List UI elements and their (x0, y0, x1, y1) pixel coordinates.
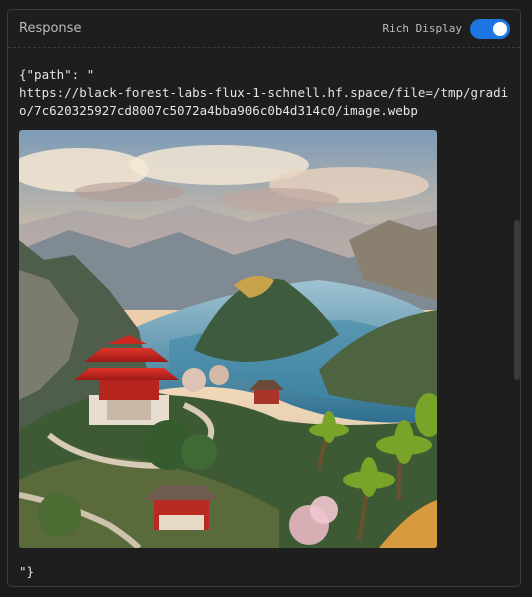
panel-header: Response Rich Display (8, 10, 520, 48)
json-open: {"path": " (19, 67, 95, 82)
rich-display-toggle[interactable] (470, 18, 510, 39)
image-url[interactable]: https://black-forest-labs-flux-1-schnell… (19, 84, 509, 120)
json-close: "} (19, 564, 35, 579)
rich-display-toggle-group: Rich Display (382, 18, 510, 39)
response-body: {"path": " https://black-forest-labs-flu… (19, 66, 509, 120)
response-panel: Response Rich Display {"path": " https:/… (7, 9, 521, 587)
scrollbar-thumb[interactable] (514, 220, 520, 380)
panel-title: Response (19, 21, 82, 36)
rich-display-label: Rich Display (382, 22, 462, 35)
toggle-knob (493, 21, 507, 36)
landscape-picture (19, 130, 437, 548)
generated-image (19, 130, 437, 548)
